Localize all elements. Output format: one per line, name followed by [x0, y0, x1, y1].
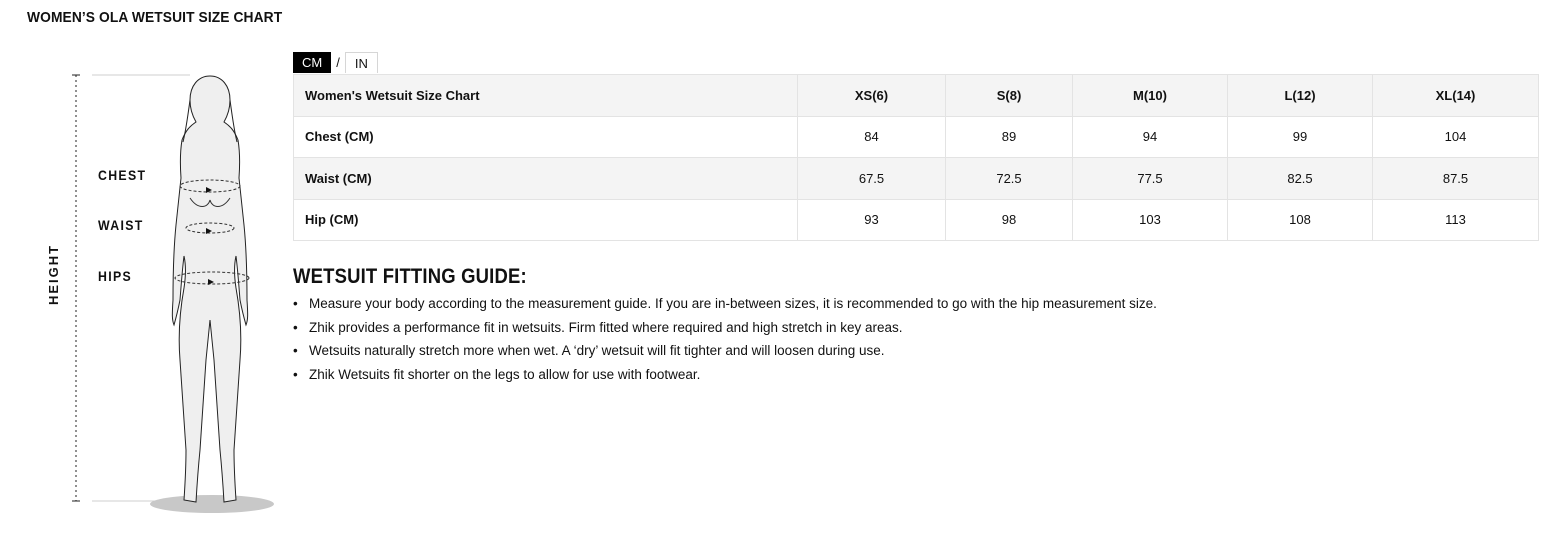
table-cell: 103 — [1072, 198, 1228, 241]
bullet-icon: • — [293, 343, 298, 358]
table-header-cell: L(12) — [1227, 74, 1373, 117]
table-row: Hip (CM) 93 98 103 108 113 — [293, 198, 1539, 241]
table-cell: 113 — [1372, 198, 1539, 241]
unit-in-button[interactable]: IN — [344, 52, 378, 73]
table-cell: 67.5 — [797, 157, 946, 200]
table-header-cell: S(8) — [945, 74, 1073, 117]
fitting-guide-title: WETSUIT FITTING GUIDE: — [293, 265, 527, 288]
table-cell: 94 — [1072, 115, 1228, 158]
table-cell: 93 — [797, 198, 946, 241]
table-header-cell: M(10) — [1072, 74, 1228, 117]
bullet-icon: • — [293, 296, 298, 311]
waist-label: WAIST — [98, 217, 144, 233]
table-cell: 108 — [1227, 198, 1373, 241]
list-item: • Wetsuits naturally stretch more when w… — [293, 339, 1157, 363]
table-header-row: Women's Wetsuit Size Chart XS(6) S(8) M(… — [293, 74, 1539, 117]
table-header-cell: XL(14) — [1372, 74, 1539, 117]
unit-toggle: CM / IN — [293, 52, 378, 73]
page-title: WOMEN’S OLA WETSUIT SIZE CHART — [27, 9, 283, 26]
list-item: • Zhik provides a performance fit in wet… — [293, 316, 1157, 340]
unit-cm-button[interactable]: CM — [293, 52, 332, 73]
list-item: • Measure your body according to the mea… — [293, 292, 1157, 316]
table-row: Waist (CM) 67.5 72.5 77.5 82.5 87.5 — [293, 157, 1539, 200]
table-cell: 89 — [945, 115, 1073, 158]
table-row: Chest (CM) 84 89 94 99 104 — [293, 115, 1539, 158]
table-cell: 77.5 — [1072, 157, 1228, 200]
guide-item-text: Measure your body according to the measu… — [309, 296, 1157, 311]
unit-separator: / — [336, 55, 340, 70]
table-cell: 82.5 — [1227, 157, 1373, 200]
table-cell: 72.5 — [945, 157, 1073, 200]
bullet-icon: • — [293, 366, 298, 382]
list-item: • Zhik Wetsuits fit shorter on the legs … — [293, 363, 1157, 387]
height-label: HEIGHT — [46, 243, 61, 305]
table-cell: 104 — [1372, 115, 1539, 158]
row-label: Chest (CM) — [293, 115, 798, 158]
size-chart-table: Women's Wetsuit Size Chart XS(6) S(8) M(… — [293, 74, 1539, 241]
table-cell: 99 — [1227, 115, 1373, 158]
table-header-cell: XS(6) — [797, 74, 946, 117]
table-header-cell: Women's Wetsuit Size Chart — [293, 74, 798, 117]
fitting-guide-list: • Measure your body according to the mea… — [293, 292, 1157, 386]
guide-item-text: Zhik Wetsuits fit shorter on the legs to… — [309, 366, 701, 382]
woman-silhouette-illustration — [72, 74, 274, 513]
hips-label: HIPS — [98, 268, 133, 284]
row-label: Hip (CM) — [293, 198, 798, 241]
table-cell: 87.5 — [1372, 157, 1539, 200]
chest-label: CHEST — [98, 167, 147, 183]
row-label: Waist (CM) — [293, 157, 798, 200]
guide-item-text: Zhik provides a performance fit in wetsu… — [309, 319, 903, 335]
bullet-icon: • — [293, 319, 298, 335]
body-measurement-figure: CHEST WAIST HIPS HEIGHT — [40, 60, 290, 520]
guide-item-text: Wetsuits naturally stretch more when wet… — [309, 343, 885, 358]
table-cell: 84 — [797, 115, 946, 158]
table-cell: 98 — [945, 198, 1073, 241]
